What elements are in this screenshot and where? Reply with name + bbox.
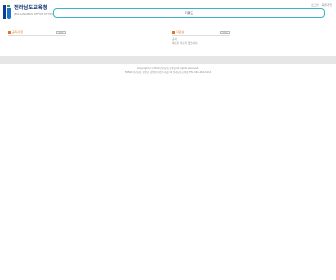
panel-header: 자료실 more: [172, 30, 230, 36]
panel-title: 공지사항: [8, 30, 23, 35]
bullet-icon: [172, 30, 175, 34]
search-input[interactable]: [54, 9, 324, 17]
logo-title: 전라남도교육청: [14, 5, 48, 11]
search-box[interactable]: [53, 8, 325, 18]
bullet-icon: [8, 30, 11, 34]
logo-icon: [3, 5, 11, 19]
notice-panel: 공지사항 more: [8, 30, 66, 38]
site-logo[interactable]: 전라남도교육청 JEOLLANAMDO OFFICE OF EDUCATION: [3, 5, 64, 20]
signup-link[interactable]: 회원가입: [322, 3, 332, 7]
list-item[interactable]: 새로운 자료가 없습니다.: [172, 42, 230, 46]
footer-divider: [0, 56, 336, 64]
archive-panel: 자료실 more 공지 새로운 자료가 없습니다.: [172, 30, 230, 46]
footer: Copyright (c) 2019 전라남도교육청 All rights re…: [0, 67, 336, 74]
more-button[interactable]: more: [220, 31, 230, 34]
utility-links: 로그인 회원가입: [309, 3, 332, 7]
panel-body: 공지 새로운 자료가 없습니다.: [172, 38, 230, 46]
panel-title: 자료실: [172, 30, 184, 35]
panel-header: 공지사항 more: [8, 30, 66, 36]
address-text: 58564 전라남도 무안군 삼향읍 어진누리길 10 전라남도교육청 TEL …: [124, 70, 212, 74]
more-button[interactable]: more: [56, 31, 66, 34]
login-link[interactable]: 로그인: [311, 3, 319, 7]
